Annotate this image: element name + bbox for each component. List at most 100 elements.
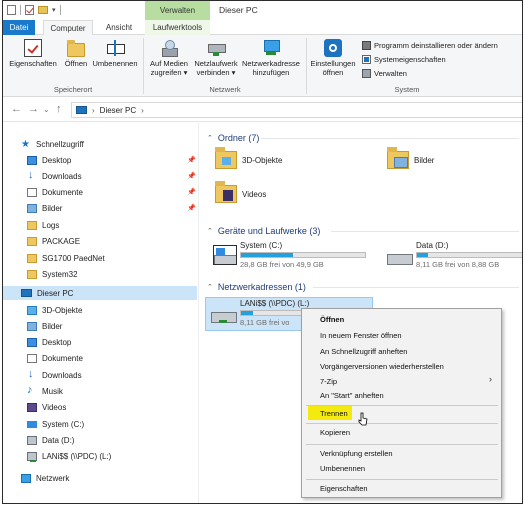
collapse-chevron-icon[interactable]: ⌃ — [207, 227, 213, 235]
up-arrow-icon[interactable]: ↑ — [56, 103, 62, 115]
pin-icon[interactable]: 📌 — [187, 188, 196, 196]
nav-item-system32[interactable]: System32 — [27, 267, 78, 281]
qat-dropdown-icon[interactable]: ▾ — [52, 6, 56, 14]
rename-label: Umbenennen — [92, 59, 138, 68]
folder-tile-3d-objects[interactable]: 3D-Objekte — [215, 147, 282, 169]
properties-quick-icon[interactable] — [25, 5, 34, 15]
properties-button[interactable]: Eigenschaften — [7, 37, 59, 68]
nav-this-pc[interactable]: Dieser PC — [3, 286, 197, 300]
pin-icon[interactable]: 📌 — [187, 204, 196, 212]
network-drive-icon — [211, 303, 237, 323]
section-header-network[interactable]: ⌃ Netzwerkadressen (1) — [207, 280, 306, 294]
menu-item-rename[interactable]: Umbenennen — [320, 463, 365, 475]
document-icon — [27, 187, 37, 197]
nav-item-pictures[interactable]: Bilder — [27, 201, 62, 215]
nav-item-pictures-pc[interactable]: Bilder — [27, 319, 62, 333]
breadcrumb-chevron-icon[interactable]: › — [141, 106, 144, 115]
menu-item-open-new-window[interactable]: In neuem Fenster öffnen — [320, 330, 402, 342]
menu-item-restore-previous[interactable]: Vorgängerversionen wiederherstellen — [320, 361, 444, 373]
nav-item-drive-c[interactable]: System (C:) — [27, 417, 84, 431]
rename-button[interactable]: Umbenennen — [91, 37, 139, 68]
system-properties-label: Systemeigenschaften — [374, 55, 446, 64]
map-drive-label-2: verbinden ▾ — [191, 68, 241, 77]
group-label-speicherort: Speicherort — [53, 85, 93, 94]
computer-icon — [76, 106, 87, 114]
nav-item-desktop-pc[interactable]: Desktop — [27, 335, 71, 349]
nav-item-downloads[interactable]: Downloads — [27, 169, 82, 183]
add-network-location-button[interactable]: Netzwerkadresse hinzufügen — [239, 37, 303, 77]
menu-item-7zip[interactable]: 7-Zip — [320, 376, 337, 388]
menu-item-pin-start[interactable]: An "Start" anheften — [320, 390, 384, 402]
drive-usage-bar — [240, 252, 366, 258]
forward-arrow-icon[interactable]: → — [28, 103, 39, 115]
section-header-folders[interactable]: ⌃ Ordner (7) — [207, 131, 259, 145]
uninstall-program-button[interactable]: Programm deinstallieren oder ändern — [362, 41, 498, 50]
back-arrow-icon[interactable]: ← — [11, 103, 22, 115]
tab-datei[interactable]: Datei — [3, 20, 35, 35]
nav-item-drive-l[interactable]: LANi$$ (\\PDC) (L:) — [27, 449, 111, 463]
open-folder-icon — [67, 40, 85, 57]
tab-computer[interactable]: Computer — [43, 20, 93, 36]
folder-tile-videos[interactable]: Videos — [215, 181, 267, 203]
nav-item-sg1700[interactable]: SG1700 PaedNet — [27, 251, 105, 265]
nav-item-label: Downloads — [42, 171, 82, 181]
open-settings-button[interactable]: Einstellungen öffnen — [307, 37, 359, 77]
nav-item-drive-d[interactable]: Data (D:) — [27, 433, 74, 447]
section-header-drives[interactable]: ⌃ Geräte und Laufwerke (3) — [207, 224, 320, 238]
drive-name: System (C:) — [240, 241, 283, 250]
tab-laufwerktools[interactable]: Laufwerktools — [145, 20, 210, 35]
nav-item-label: Videos — [42, 402, 67, 412]
section-title: Ordner (7) — [217, 133, 260, 143]
pin-icon[interactable]: 📌 — [187, 172, 196, 180]
menu-item-disconnect[interactable]: Trennen — [320, 408, 348, 420]
uninstall-program-label: Programm deinstallieren oder ändern — [374, 41, 498, 50]
add-location-label-1: Netzwerkadresse — [242, 59, 300, 68]
tile-label: Videos — [242, 189, 267, 199]
nav-item-3d-objects[interactable]: 3D-Objekte — [27, 303, 82, 317]
drive-name: LANi$$ (\\PDC) (L:) — [240, 299, 310, 308]
system-properties-button[interactable]: Systemeigenschaften — [362, 55, 446, 64]
nav-item-logs[interactable]: Logs — [27, 218, 59, 232]
collapse-chevron-icon[interactable]: ⌃ — [207, 283, 213, 291]
nav-item-documents[interactable]: Dokumente — [27, 185, 83, 199]
drive-usage-fill — [241, 253, 294, 257]
nav-item-desktop[interactable]: Desktop — [27, 153, 71, 167]
nav-network[interactable]: Netzwerk — [21, 471, 69, 485]
breadcrumb-dieser-pc[interactable]: Dieser PC — [100, 106, 136, 115]
nav-item-documents-pc[interactable]: Dokumente — [27, 351, 83, 365]
open-button[interactable]: Öffnen — [61, 37, 91, 68]
section-title: Netzwerkadressen (1) — [217, 282, 306, 292]
nav-item-music[interactable]: Musik — [27, 384, 63, 398]
nav-item-downloads-pc[interactable]: Downloads — [27, 368, 82, 382]
drive-tile-c[interactable]: System (C:) 28,8 GB frei von 49,9 GB — [211, 241, 366, 269]
access-media-button[interactable]: Auf Medien zugreifen ▾ — [145, 37, 193, 77]
drive-tile-d[interactable]: Data (D:) 8,11 GB frei von 8,88 GB — [387, 241, 522, 269]
nav-item-label: Musik — [42, 386, 63, 396]
nav-item-label: Bilder — [42, 203, 63, 213]
breadcrumb-separator-icon[interactable]: › — [92, 106, 95, 115]
new-folder-quick-icon[interactable] — [38, 6, 48, 14]
address-bar[interactable]: › Dieser PC › — [71, 102, 522, 118]
manage-button[interactable]: Verwalten — [362, 69, 407, 78]
nav-quick-access[interactable]: ★ Schnellzugriff — [21, 137, 84, 151]
navigation-pane: ★ Schnellzugriff Desktop 📌 Downloads 📌 D… — [3, 131, 199, 503]
tab-ansicht[interactable]: Ansicht — [99, 20, 139, 35]
app-icon[interactable] — [7, 5, 16, 15]
section-divider — [261, 138, 519, 139]
menu-item-pin-quick-access[interactable]: An Schnellzugriff anheften — [320, 346, 407, 358]
download-icon — [27, 169, 37, 181]
pictures-icon — [27, 321, 37, 331]
nav-item-videos[interactable]: Videos — [27, 400, 66, 414]
pane-divider[interactable] — [198, 123, 199, 503]
pin-icon[interactable]: 📌 — [187, 156, 196, 164]
menu-item-properties[interactable]: Eigenschaften — [320, 483, 368, 495]
nav-item-package[interactable]: PACKAGE — [27, 234, 80, 248]
rename-icon — [106, 39, 125, 57]
menu-item-copy[interactable]: Kopieren — [320, 427, 350, 439]
recent-dropdown-icon[interactable]: ⌄ — [43, 105, 50, 114]
map-network-drive-button[interactable]: Netzlaufwerk verbinden ▾ — [191, 37, 241, 77]
collapse-chevron-icon[interactable]: ⌃ — [207, 134, 213, 142]
menu-item-create-shortcut[interactable]: Verknüpfung erstellen — [320, 448, 393, 460]
folder-tile-pictures[interactable]: Bilder — [387, 147, 434, 169]
menu-item-open[interactable]: Öffnen — [320, 314, 344, 326]
